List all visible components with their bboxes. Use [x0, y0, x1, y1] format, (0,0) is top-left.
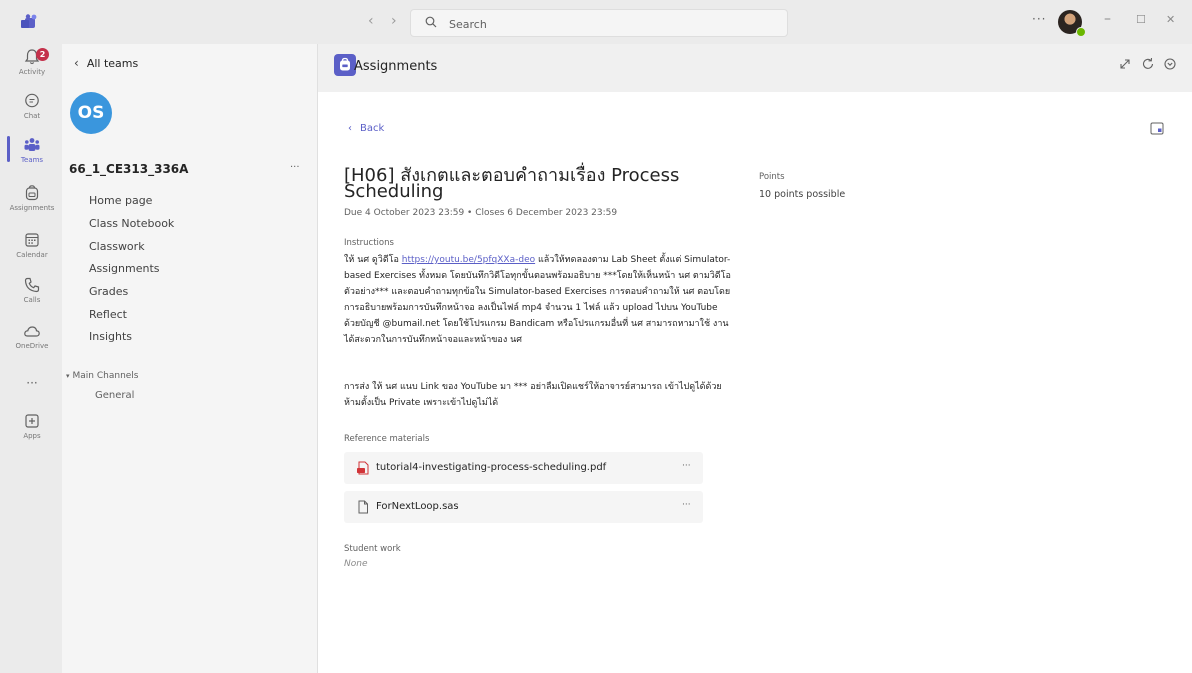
attachment-name: ForNextLoop.sas: [376, 501, 459, 512]
app-title: Assignments: [354, 59, 438, 74]
assignment-title: [H06] สังเกตและตอบคำถามเรื่อง Process Sc…: [344, 165, 680, 202]
instructions-prefix: ให้ นศ ดูวิดีโอ: [344, 255, 402, 265]
expand-icon[interactable]: [1118, 57, 1132, 71]
team-panel: ‹ All teams OS 66_1_CE313_336A ··· Home p…: [62, 44, 318, 673]
rail-label: Activity: [18, 68, 46, 76]
teams-icon: [24, 138, 40, 151]
instructions-label: Instructions: [344, 238, 394, 248]
attachment-pdf[interactable]: tutorial4-investigating-process-scheduli…: [344, 452, 703, 484]
points-value: 10 points possible: [759, 189, 846, 200]
rail-label: Calls: [23, 296, 41, 304]
title-bar: ‹ › ··· – ☐ ✕: [0, 0, 1192, 44]
presence-available-icon: [1076, 27, 1086, 37]
main-channels-header[interactable]: ▾ Main Channels: [66, 371, 139, 381]
rail-item-calls[interactable]: Calls: [7, 276, 57, 320]
main-channels-label: Main Channels: [72, 371, 139, 381]
pdf-icon: [357, 461, 369, 475]
search-input[interactable]: [447, 14, 771, 34]
rail-item-teams[interactable]: Teams: [7, 136, 57, 180]
assignment-detail: ‹ Back [H06] สังเกตและตอบคำถามเรื่อง Proc…: [318, 92, 1192, 673]
chat-icon: [25, 93, 39, 108]
add-apps-icon: [25, 414, 39, 428]
rail-more-button[interactable]: ···: [7, 372, 57, 392]
points-label: Points: [759, 172, 785, 182]
side-panel-icon[interactable]: [1150, 122, 1164, 135]
channel-general[interactable]: General: [95, 390, 134, 401]
instructions-rest: แล้วให้ทดลองตาม Lab Sheet ตั้งแต่ Simula…: [344, 255, 731, 345]
phone-icon: [24, 277, 40, 293]
youtube-link[interactable]: https://youtu.be/5pfqXXa-deo: [402, 255, 535, 265]
team-nav-home-page[interactable]: Home page: [89, 194, 152, 207]
file-icon: [358, 500, 368, 514]
team-nav-grades[interactable]: Grades: [89, 285, 128, 298]
cloud-icon: [24, 326, 40, 337]
all-teams-label: All teams: [86, 57, 139, 70]
nav-forward-arrow-icon[interactable]: ›: [391, 13, 397, 29]
rail-item-apps[interactable]: Apps: [7, 412, 57, 456]
team-nav-insights[interactable]: Insights: [89, 330, 132, 343]
nav-back-arrow-icon[interactable]: ‹: [368, 13, 374, 29]
student-work-label: Student work: [344, 544, 401, 554]
rail-item-assignments[interactable]: Assignments: [7, 184, 57, 228]
back-label: Back: [360, 123, 385, 134]
calendar-icon: [25, 233, 39, 247]
team-nav-classwork[interactable]: Classwork: [89, 240, 145, 253]
backpack-icon: [25, 185, 39, 201]
search-box[interactable]: [410, 9, 788, 37]
team-more-options-icon[interactable]: ···: [290, 162, 300, 173]
rail-item-onedrive[interactable]: OneDrive: [7, 322, 57, 366]
minimize-button[interactable]: –: [1104, 11, 1111, 27]
teams-logo-icon: [21, 14, 37, 28]
instructions-text: ให้ นศ ดูวิดีโอ https://youtu.be/5pfqXXa…: [344, 252, 736, 348]
app-rail: 2 Activity Chat Teams Assignments Calend…: [7, 44, 57, 673]
all-teams-link[interactable]: ‹ All teams: [74, 56, 138, 70]
rail-label: Calendar: [16, 251, 48, 259]
chevron-left-icon: ‹: [348, 123, 352, 134]
reference-materials-label: Reference materials: [344, 434, 430, 444]
caret-down-icon: ▾: [66, 372, 70, 380]
close-button[interactable]: ✕: [1166, 13, 1175, 26]
attachment-more-options-icon[interactable]: ···: [682, 500, 691, 510]
search-icon: [425, 16, 437, 28]
rail-item-chat[interactable]: Chat: [7, 92, 57, 136]
rail-item-calendar[interactable]: Calendar: [7, 231, 57, 275]
more-apps-icon: ···: [26, 376, 38, 390]
rail-label: Chat: [23, 112, 41, 120]
back-button[interactable]: ‹ Back: [348, 123, 384, 134]
team-nav-class-notebook[interactable]: Class Notebook: [89, 217, 174, 230]
instructions-submission-text: การส่ง ให้ นศ แนบ Link ของ YouTube มา **…: [344, 382, 722, 408]
due-date: Due 4 October 2023 23:59 • Closes 6 Dece…: [344, 208, 618, 218]
info-icon[interactable]: [1163, 57, 1177, 71]
attachment-name: tutorial4-investigating-process-scheduli…: [376, 462, 607, 473]
chevron-left-icon: ‹: [74, 56, 79, 70]
activity-badge: 2: [36, 48, 49, 61]
app-header: Assignments: [318, 44, 1192, 92]
rail-label: OneDrive: [15, 342, 49, 350]
attachment-more-options-icon[interactable]: ···: [682, 461, 691, 471]
team-avatar: OS: [70, 92, 112, 134]
refresh-icon[interactable]: [1141, 57, 1155, 71]
rail-label: Assignments: [9, 204, 55, 212]
team-name: 66_1_CE313_336A: [69, 162, 189, 176]
team-nav-assignments[interactable]: Assignments: [89, 262, 160, 275]
student-work-value: None: [344, 559, 368, 569]
rail-label: Teams: [20, 156, 44, 164]
maximize-button[interactable]: ☐: [1136, 13, 1146, 26]
attachment-file[interactable]: ForNextLoop.sas ···: [344, 491, 703, 523]
rail-label: Apps: [23, 432, 41, 440]
rail-item-activity[interactable]: 2 Activity: [7, 48, 57, 92]
team-nav-reflect[interactable]: Reflect: [89, 308, 127, 321]
more-options-icon[interactable]: ···: [1032, 12, 1046, 26]
assignments-app-icon: [334, 54, 356, 76]
